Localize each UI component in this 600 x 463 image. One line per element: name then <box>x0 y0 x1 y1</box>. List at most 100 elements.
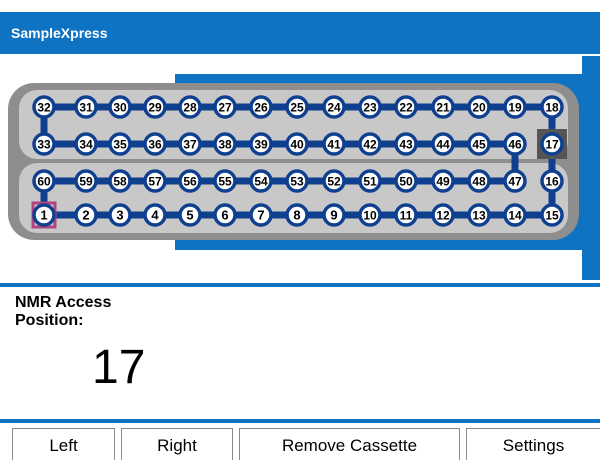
slot-number: 42 <box>363 138 377 152</box>
divider <box>0 419 600 423</box>
slot-number: 40 <box>290 138 304 152</box>
slot-number: 45 <box>472 138 486 152</box>
sample-slot-3[interactable]: 3 <box>108 203 132 227</box>
sample-slot-38[interactable]: 38 <box>213 132 237 156</box>
sample-slot-49[interactable]: 49 <box>431 169 455 193</box>
sample-slot-32[interactable]: 32 <box>32 95 56 119</box>
sample-slot-51[interactable]: 51 <box>358 169 382 193</box>
sample-slot-30[interactable]: 30 <box>108 95 132 119</box>
sample-slot-6[interactable]: 6 <box>213 203 237 227</box>
sample-slot-35[interactable]: 35 <box>108 132 132 156</box>
sample-slot-16[interactable]: 16 <box>540 169 564 193</box>
slot-number: 2 <box>82 208 89 223</box>
slot-number: 48 <box>472 175 486 189</box>
carousel-rail-end <box>582 56 600 280</box>
sample-slot-19[interactable]: 19 <box>503 95 527 119</box>
sample-slot-33[interactable]: 33 <box>32 132 56 156</box>
sample-slot-21[interactable]: 21 <box>431 95 455 119</box>
sample-slot-7[interactable]: 7 <box>249 203 273 227</box>
sample-slot-44[interactable]: 44 <box>431 132 455 156</box>
sample-slot-48[interactable]: 48 <box>467 169 491 193</box>
slot-number: 12 <box>436 209 450 223</box>
sample-slot-29[interactable]: 29 <box>143 95 167 119</box>
sample-slot-60[interactable]: 60 <box>32 169 56 193</box>
sample-slot-39[interactable]: 39 <box>249 132 273 156</box>
sample-slot-1[interactable]: 1 <box>32 203 56 227</box>
slot-number: 38 <box>218 138 232 152</box>
sample-slot-17[interactable]: 17 <box>540 132 564 156</box>
slot-number: 4 <box>151 208 159 223</box>
slot-number: 55 <box>218 175 232 189</box>
sample-slot-36[interactable]: 36 <box>143 132 167 156</box>
sample-slot-18[interactable]: 18 <box>540 95 564 119</box>
sample-slot-57[interactable]: 57 <box>143 169 167 193</box>
sample-slot-53[interactable]: 53 <box>285 169 309 193</box>
sample-slot-24[interactable]: 24 <box>322 95 346 119</box>
sample-slot-26[interactable]: 26 <box>249 95 273 119</box>
slot-number: 19 <box>508 101 522 115</box>
sample-slot-22[interactable]: 22 <box>394 95 418 119</box>
sample-slot-59[interactable]: 59 <box>74 169 98 193</box>
sample-slot-40[interactable]: 40 <box>285 132 309 156</box>
remove-cassette-button[interactable]: Remove Cassette <box>239 428 460 460</box>
slot-number: 36 <box>148 138 162 152</box>
left-button[interactable]: Left <box>12 428 115 460</box>
slot-number: 20 <box>472 101 486 115</box>
slot-number: 5 <box>186 208 193 223</box>
slot-number: 27 <box>218 101 232 115</box>
slot-number: 32 <box>37 101 51 115</box>
sample-slot-45[interactable]: 45 <box>467 132 491 156</box>
sample-slot-42[interactable]: 42 <box>358 132 382 156</box>
sample-slot-41[interactable]: 41 <box>322 132 346 156</box>
sample-slot-15[interactable]: 15 <box>540 203 564 227</box>
slot-number: 26 <box>254 101 268 115</box>
slot-number: 29 <box>148 101 162 115</box>
slot-number: 31 <box>79 101 93 115</box>
sample-slot-55[interactable]: 55 <box>213 169 237 193</box>
slot-number: 17 <box>545 138 559 152</box>
slot-number: 49 <box>436 175 450 189</box>
sample-slot-58[interactable]: 58 <box>108 169 132 193</box>
slot-number: 25 <box>290 101 304 115</box>
sample-slot-13[interactable]: 13 <box>467 203 491 227</box>
slot-number: 59 <box>79 175 93 189</box>
slot-number: 13 <box>472 209 486 223</box>
sample-slot-25[interactable]: 25 <box>285 95 309 119</box>
sample-slot-37[interactable]: 37 <box>178 132 202 156</box>
sample-slot-23[interactable]: 23 <box>358 95 382 119</box>
sample-slot-56[interactable]: 56 <box>178 169 202 193</box>
slot-number: 37 <box>183 138 197 152</box>
sample-slot-11[interactable]: 11 <box>394 203 418 227</box>
sample-slot-9[interactable]: 9 <box>322 203 346 227</box>
slot-number: 7 <box>257 208 264 223</box>
sample-slot-31[interactable]: 31 <box>74 95 98 119</box>
sample-slot-10[interactable]: 10 <box>358 203 382 227</box>
slot-number: 35 <box>113 138 127 152</box>
slot-number: 33 <box>37 138 51 152</box>
slot-number: 6 <box>221 208 228 223</box>
sample-slot-52[interactable]: 52 <box>322 169 346 193</box>
nmr-access-position-value: 17 <box>92 341 146 394</box>
sample-slot-8[interactable]: 8 <box>285 203 309 227</box>
sample-slot-14[interactable]: 14 <box>503 203 527 227</box>
sample-slot-12[interactable]: 12 <box>431 203 455 227</box>
sample-slot-46[interactable]: 46 <box>503 132 527 156</box>
settings-button[interactable]: Settings <box>466 428 600 460</box>
right-button[interactable]: Right <box>121 428 233 460</box>
slot-number: 1 <box>40 208 47 223</box>
sample-slot-47[interactable]: 47 <box>503 169 527 193</box>
sample-slot-4[interactable]: 4 <box>143 203 167 227</box>
slot-number: 9 <box>330 208 337 223</box>
sample-slot-27[interactable]: 27 <box>213 95 237 119</box>
sample-slot-20[interactable]: 20 <box>467 95 491 119</box>
slot-number: 11 <box>400 209 413 223</box>
sample-slot-54[interactable]: 54 <box>249 169 273 193</box>
sample-slot-2[interactable]: 2 <box>74 203 98 227</box>
slot-number: 57 <box>148 175 162 189</box>
sample-slot-5[interactable]: 5 <box>178 203 202 227</box>
sample-slot-43[interactable]: 43 <box>394 132 418 156</box>
sample-slot-28[interactable]: 28 <box>178 95 202 119</box>
sample-slot-34[interactable]: 34 <box>74 132 98 156</box>
sample-slot-50[interactable]: 50 <box>394 169 418 193</box>
divider <box>0 283 600 287</box>
